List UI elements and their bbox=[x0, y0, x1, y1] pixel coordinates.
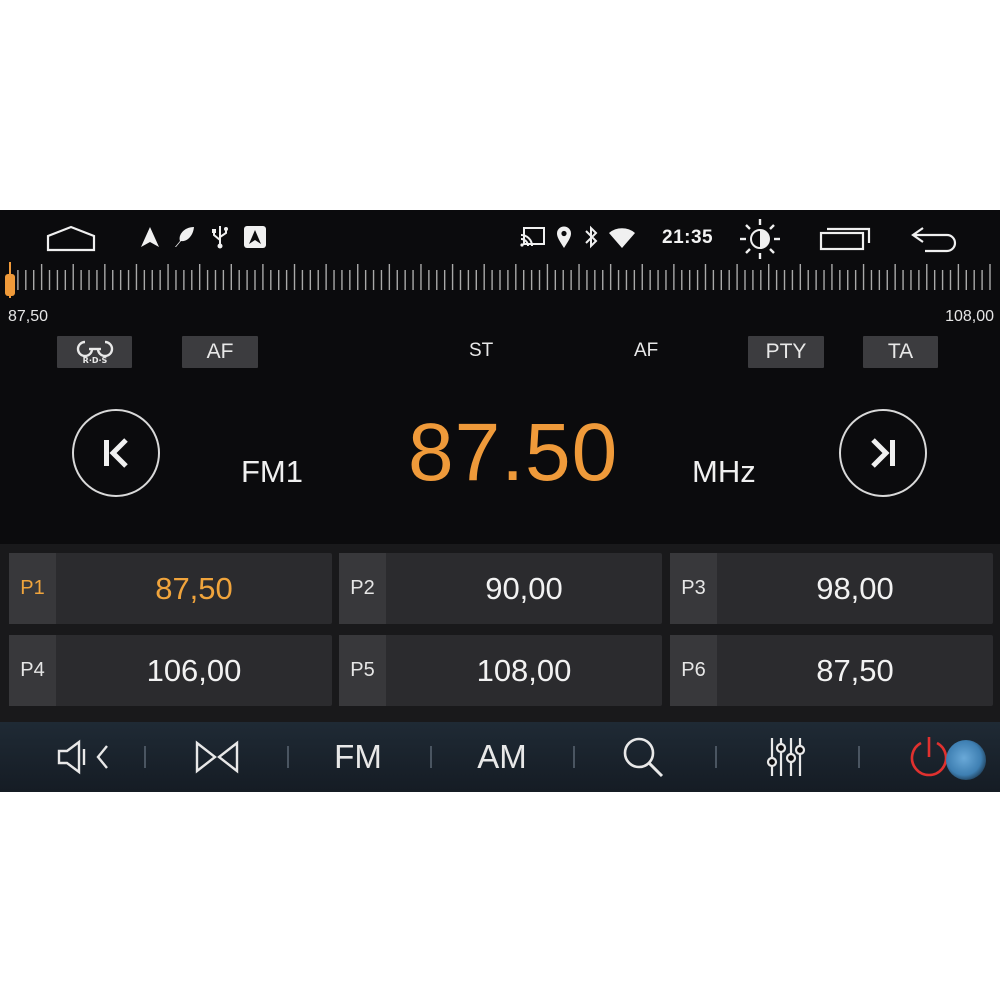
preset-button-p1[interactable]: P1 87,50 bbox=[9, 553, 332, 624]
stereo-icon bbox=[195, 740, 239, 774]
preset-button-p2[interactable]: P2 90,00 bbox=[339, 553, 662, 624]
bottom-toolbar: FM AM bbox=[0, 722, 1000, 792]
toolbar-separator bbox=[430, 746, 432, 768]
af-button[interactable]: AF bbox=[182, 336, 258, 368]
wifi-icon bbox=[608, 227, 636, 249]
preset-number: P4 bbox=[9, 635, 56, 706]
recent-apps-icon[interactable] bbox=[818, 224, 872, 252]
frequency-unit: MHz bbox=[692, 454, 756, 489]
bluetooth-icon bbox=[583, 224, 599, 250]
preset-frequency: 87,50 bbox=[155, 570, 233, 606]
svg-text:R·D·S: R·D·S bbox=[82, 356, 107, 365]
equalizer-button[interactable] bbox=[746, 722, 826, 792]
power-icon bbox=[910, 737, 948, 777]
radio-screen: 21:35 87,50 108,00 R·D·S AF ST AF PTY TA… bbox=[0, 210, 1000, 792]
preset-grid: P1 87,50 P2 90,00 P3 98,00 P4 106,00 P5 … bbox=[0, 544, 1000, 724]
android-auto-icon bbox=[243, 225, 267, 249]
af-indicator: AF bbox=[634, 340, 659, 361]
toolbar-separator bbox=[573, 746, 575, 768]
preset-frequency: 98,00 bbox=[816, 570, 894, 606]
ta-button[interactable]: TA bbox=[863, 336, 938, 368]
feather-icon bbox=[172, 225, 196, 249]
clock: 21:35 bbox=[662, 227, 714, 248]
preset-button-p3[interactable]: P3 98,00 bbox=[670, 553, 993, 624]
assistive-touch-button[interactable] bbox=[946, 740, 986, 780]
preset-frequency: 106,00 bbox=[146, 652, 242, 688]
toolbar-separator bbox=[144, 746, 146, 768]
toolbar-separator bbox=[858, 746, 860, 768]
stereo-button[interactable] bbox=[175, 722, 259, 792]
preset-frequency: 90,00 bbox=[485, 570, 563, 606]
cast-icon bbox=[520, 226, 546, 248]
tuning-needle[interactable] bbox=[5, 274, 15, 296]
toolbar-separator bbox=[287, 746, 289, 768]
frequency-scale[interactable] bbox=[0, 260, 1000, 300]
fm-band-button[interactable]: FM bbox=[318, 722, 398, 792]
navigation-arrow-icon bbox=[140, 226, 160, 248]
scan-button[interactable] bbox=[603, 722, 683, 792]
rds-logo-icon: R·D·S bbox=[76, 340, 113, 365]
mute-button[interactable] bbox=[40, 722, 130, 792]
scale-min-label: 87,50 bbox=[8, 308, 49, 325]
pty-button[interactable]: PTY bbox=[748, 336, 824, 368]
band-label: FM1 bbox=[241, 454, 303, 489]
back-icon[interactable] bbox=[909, 224, 961, 254]
home-icon[interactable] bbox=[45, 224, 97, 254]
location-icon bbox=[555, 225, 573, 249]
preset-number: P5 bbox=[339, 635, 386, 706]
preset-number: P2 bbox=[339, 553, 386, 624]
search-icon bbox=[623, 737, 664, 778]
preset-number: P6 bbox=[670, 635, 717, 706]
rds-button[interactable]: R·D·S bbox=[57, 336, 132, 368]
preset-number: P1 bbox=[9, 553, 56, 624]
speaker-mute-icon bbox=[57, 739, 108, 775]
current-frequency: 87.50 bbox=[408, 407, 619, 498]
usb-icon bbox=[211, 224, 229, 250]
preset-frequency: 87,50 bbox=[816, 652, 894, 688]
preset-button-p5[interactable]: P5 108,00 bbox=[339, 635, 662, 706]
status-bar: 21:35 bbox=[0, 210, 1000, 266]
skip-next-icon bbox=[871, 438, 895, 468]
st-indicator: ST bbox=[469, 340, 494, 361]
skip-previous-icon bbox=[104, 438, 128, 468]
preset-button-p6[interactable]: P6 87,50 bbox=[670, 635, 993, 706]
equalizer-icon bbox=[766, 738, 806, 776]
brightness-icon[interactable] bbox=[738, 217, 782, 261]
toolbar-separator bbox=[715, 746, 717, 768]
am-band-button[interactable]: AM bbox=[461, 722, 543, 792]
preset-number: P3 bbox=[670, 553, 717, 624]
preset-button-p4[interactable]: P4 106,00 bbox=[9, 635, 332, 706]
preset-frequency: 108,00 bbox=[476, 652, 572, 688]
seek-next-button[interactable] bbox=[839, 409, 927, 497]
seek-previous-button[interactable] bbox=[72, 409, 160, 497]
scale-max-label: 108,00 bbox=[945, 308, 994, 325]
